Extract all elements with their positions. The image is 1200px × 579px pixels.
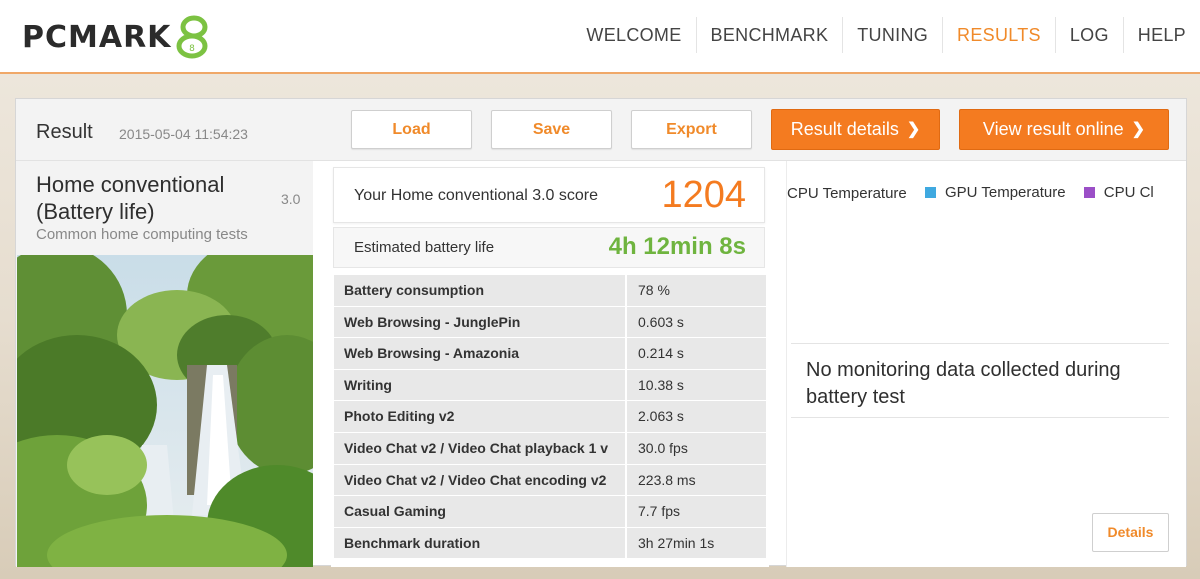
table-row: Web Browsing - Amazonia 0.214 s [334, 338, 766, 370]
logo-text: PCMARK [22, 19, 172, 55]
result-panel: Result 2015-05-04 11:54:23 Load Save Exp… [15, 98, 1187, 567]
table-row: Casual Gaming 7.7 fps [334, 496, 766, 528]
battery-label: Estimated battery life [354, 239, 495, 256]
logo-number: 8 [190, 44, 196, 54]
legend-label: CPU Temperature [787, 185, 907, 202]
result-date: 2015-05-04 11:54:23 [119, 126, 248, 142]
nav-results[interactable]: RESULTS [942, 17, 1055, 53]
monitoring-legend: CPU Temperature GPU Temperature CPU Cl [787, 184, 1187, 206]
result-name: Battery consumption [334, 275, 627, 306]
no-data-message: No monitoring data collected during batt… [806, 359, 1121, 408]
result-name: Writing [334, 369, 627, 401]
result-value: 7.7 fps [627, 496, 766, 527]
result-value: 30.0 fps [627, 432, 766, 464]
result-value: 0.603 s [627, 306, 766, 338]
waterfall-image [17, 255, 313, 567]
divider [791, 343, 1169, 344]
legend-swatch-icon [1083, 187, 1095, 198]
result-value: 223.8 ms [627, 464, 766, 496]
logo-eight-icon: 8 [175, 15, 211, 59]
chevron-right-icon: ❯ [906, 121, 921, 138]
table-row: Battery consumption 78 % [334, 275, 766, 307]
test-name: Home conventional (Battery life) [36, 172, 225, 224]
chevron-right-icon: ❯ [1131, 121, 1146, 138]
legend-label: GPU Temperature [944, 184, 1066, 201]
test-info: Home conventional (Battery life) 3.0 Com… [16, 161, 313, 567]
view-online-label: View result online [982, 119, 1124, 139]
table-row: Video Chat v2 / Video Chat encoding v2 2… [334, 464, 766, 497]
nav-tuning[interactable]: TUNING [842, 17, 942, 53]
result-value: 78 % [627, 275, 766, 306]
battery-box: Estimated battery life 4h 12min 8s [333, 227, 765, 268]
save-button[interactable]: Save [491, 110, 612, 149]
result-value: 3h 27min 1s [627, 527, 766, 559]
legend-item-gpu-temperature[interactable]: GPU Temperature [924, 184, 1066, 201]
legend-swatch-icon [924, 187, 936, 198]
table-row: Video Chat v2 / Video Chat playback 1 v … [334, 432, 766, 465]
table-row: Writing 10.38 s [334, 369, 766, 402]
app-header: PCMARK 8 WELCOME BENCHMARK TUNING RESULT… [0, 0, 1200, 74]
result-title: Result [36, 121, 93, 143]
load-button[interactable]: Load [351, 110, 472, 149]
nav-help[interactable]: HELP [1122, 17, 1200, 53]
score-section: Your Home conventional 3.0 score 1204 Es… [331, 161, 769, 567]
result-details-label: Result details [790, 119, 899, 139]
nav-benchmark[interactable]: BENCHMARK [695, 17, 843, 53]
main-nav: WELCOME BENCHMARK TUNING RESULTS LOG HEL… [572, 0, 1200, 70]
score-value: 1204 [661, 174, 746, 216]
result-details-button[interactable]: Result details ❯ [771, 109, 940, 150]
result-value: 2.063 s [627, 401, 766, 432]
results-table: Battery consumption 78 % Web Browsing - … [334, 275, 766, 560]
table-row: Benchmark duration 3h 27min 1s [334, 527, 766, 560]
pcmark-logo: PCMARK 8 [22, 13, 211, 61]
legend-item-cpu-clock[interactable]: CPU Cl [1083, 184, 1154, 201]
details-button[interactable]: Details [1092, 513, 1169, 552]
result-name: Benchmark duration [334, 527, 627, 559]
nav-log[interactable]: LOG [1054, 17, 1123, 53]
score-box: Your Home conventional 3.0 score 1204 [333, 167, 765, 223]
test-version: 3.0 [281, 191, 301, 207]
result-name: Web Browsing - JunglePin [334, 306, 627, 338]
nav-welcome[interactable]: WELCOME [572, 17, 695, 53]
monitoring-section: CPU Temperature GPU Temperature CPU Cl N… [786, 161, 1186, 567]
score-label: Your Home conventional 3.0 score [354, 187, 598, 204]
result-value: 10.38 s [627, 369, 766, 401]
result-name: Web Browsing - Amazonia [334, 338, 627, 369]
battery-value: 4h 12min 8s [608, 233, 746, 260]
legend-item-cpu-temperature[interactable]: CPU Temperature [787, 185, 907, 202]
legend-label: CPU Cl [1103, 184, 1154, 201]
divider [791, 417, 1169, 418]
result-name: Casual Gaming [334, 496, 627, 527]
table-row: Web Browsing - JunglePin 0.603 s [334, 306, 766, 339]
result-toolbar: Result 2015-05-04 11:54:23 Load Save Exp… [16, 99, 1186, 161]
export-button[interactable]: Export [631, 110, 752, 149]
view-online-button[interactable]: View result online ❯ [959, 109, 1169, 150]
result-name: Video Chat v2 / Video Chat encoding v2 [334, 464, 627, 496]
result-name: Video Chat v2 / Video Chat playback 1 v [334, 432, 627, 464]
result-name: Photo Editing v2 [334, 401, 627, 432]
test-description: Common home computing tests [36, 226, 248, 243]
table-row: Photo Editing v2 2.063 s [334, 401, 766, 433]
result-value: 0.214 s [627, 338, 766, 369]
